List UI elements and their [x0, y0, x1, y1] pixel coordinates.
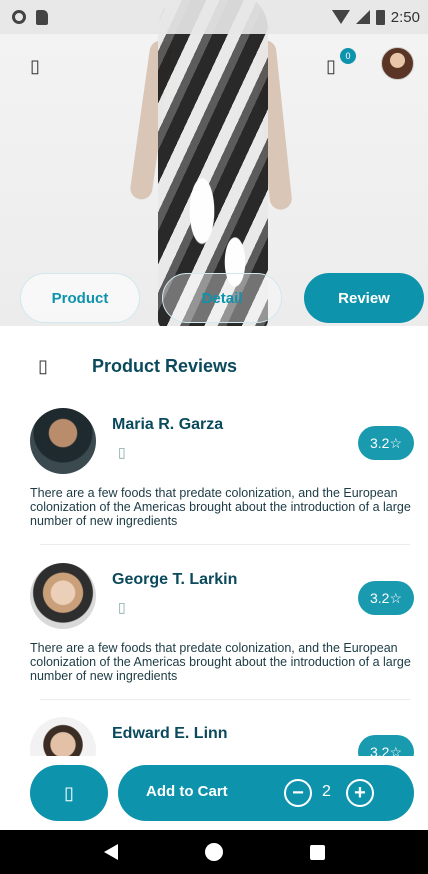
review-text: There are a few foods that predate colon… [30, 641, 411, 683]
back-icon[interactable]: ▯ [38, 356, 62, 377]
reviewer-avatar [30, 408, 96, 474]
bottom-action-bar: ▯ Add to Cart − 2 + [0, 756, 428, 830]
menu-icon[interactable]: ▯ [30, 56, 40, 77]
reviewer-avatar [30, 717, 96, 756]
wifi-icon [331, 10, 350, 24]
cart-icon[interactable]: ▯ [326, 56, 336, 77]
section-title: Product Reviews [92, 356, 238, 376]
notification-dot-icon [12, 10, 26, 24]
tab-review[interactable]: Review [304, 273, 424, 323]
rating-badge: 3.2☆ [358, 735, 414, 756]
favorite-button[interactable]: ▯ [30, 765, 108, 821]
reviews-panel: ▯ Product Reviews Maria R. Garza ▯ 3.2☆ … [10, 326, 428, 756]
tab-detail[interactable]: Detail [162, 273, 282, 323]
star-icon: ▯ [118, 599, 126, 615]
add-to-cart-label: Add to Cart [146, 783, 228, 800]
rating-badge: 3.2☆ [358, 581, 414, 615]
reviews-header: ▯ Product Reviews [38, 356, 237, 377]
add-to-cart-button[interactable]: Add to Cart − 2 + [118, 765, 414, 821]
signal-icon [355, 10, 370, 24]
rating-badge: 3.2☆ [358, 426, 414, 460]
home-nav-icon[interactable] [204, 843, 223, 861]
reviewer-name: Edward E. Linn [112, 725, 228, 742]
cart-count-badge: 0 [340, 48, 356, 64]
divider [40, 544, 410, 545]
back-nav-icon[interactable] [103, 844, 118, 860]
quantity-value: 2 [322, 783, 331, 800]
favorite-icon: ▯ [64, 782, 74, 803]
profile-avatar[interactable] [381, 47, 414, 80]
battery-icon [375, 9, 385, 25]
status-time: 2:50 [390, 8, 420, 26]
recent-apps-icon[interactable] [309, 844, 325, 860]
star-icon: ▯ [118, 444, 126, 460]
increase-quantity-button[interactable]: + [346, 779, 374, 807]
divider [40, 699, 410, 700]
tab-product[interactable]: Product [20, 273, 140, 323]
status-bar: 2:50 [0, 0, 428, 34]
sd-card-icon [36, 9, 48, 25]
review-text: There are a few foods that predate colon… [30, 486, 411, 528]
system-nav-bar [0, 830, 428, 874]
decrease-quantity-button[interactable]: − [284, 779, 312, 807]
reviewer-name: George T. Larkin [112, 571, 238, 588]
reviewer-avatar [30, 563, 96, 629]
reviewer-name: Maria R. Garza [112, 416, 224, 433]
